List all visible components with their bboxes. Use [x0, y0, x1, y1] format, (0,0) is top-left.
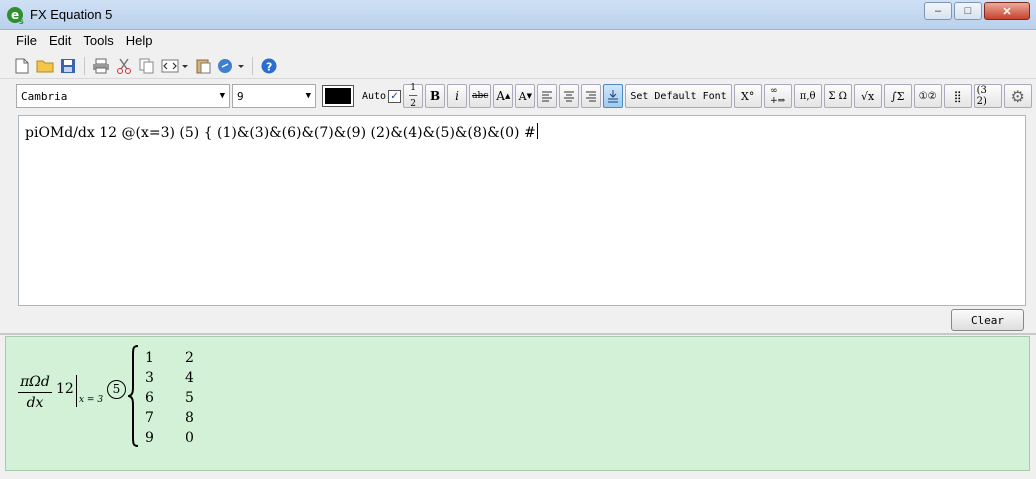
- integral-icon[interactable]: ∫Σ: [883, 84, 912, 108]
- strikethrough-button[interactable]: abc: [469, 84, 492, 108]
- minimize-button[interactable]: –: [924, 2, 952, 20]
- matrix-cell: 7: [145, 410, 154, 426]
- color-picker[interactable]: [322, 85, 354, 107]
- evaluation-bar: [76, 375, 77, 407]
- circled-number-icon[interactable]: ①②: [913, 84, 942, 108]
- align-right-icon[interactable]: [581, 84, 602, 108]
- chevron-down-icon: ▼: [219, 91, 225, 101]
- fraction-numerator: πΩd: [20, 374, 50, 390]
- matrix: 12 34 65 78 90: [145, 348, 225, 448]
- paste-icon[interactable]: [193, 56, 213, 76]
- svg-text:?: ?: [266, 60, 272, 73]
- chevron-down-icon: ▼: [305, 91, 311, 101]
- matrix-cell: 0: [185, 430, 194, 446]
- font-select[interactable]: Cambria ▼: [16, 84, 230, 108]
- matrix-row: 12: [145, 348, 225, 368]
- fraction-bar: [18, 392, 52, 393]
- svg-text:e: e: [11, 8, 19, 22]
- set-default-font-button[interactable]: Set Default Font: [625, 84, 732, 108]
- svg-text:s: s: [19, 17, 24, 25]
- print-icon[interactable]: [91, 56, 111, 76]
- fraction-button[interactable]: 1—2: [403, 84, 424, 109]
- matrix-icon[interactable]: ⣿: [943, 84, 972, 108]
- matrix-cell: 9: [145, 430, 154, 446]
- matrix-cell: 8: [185, 410, 194, 426]
- fx-equation-icon: e s: [7, 7, 24, 25]
- main-toolbar: ?: [0, 53, 1036, 79]
- menu-bar: File Edit Tools Help: [0, 30, 1036, 52]
- toolbar-separator: [84, 56, 85, 75]
- auto-checkbox[interactable]: ✓: [388, 89, 402, 103]
- format-toolbar: Cambria ▼ 9 ▼ Auto ✓ 1—2 B i abc A ▲ A ▼ S…: [0, 80, 1036, 112]
- matrix-cell: 3: [145, 370, 154, 386]
- circled-number: 5: [107, 380, 126, 399]
- matrix-cell: 1: [145, 350, 154, 366]
- matrix-row: 34: [145, 368, 225, 388]
- coefficient: 12: [56, 381, 74, 397]
- menu-tools[interactable]: Tools: [77, 30, 119, 52]
- copy-icon[interactable]: [137, 56, 157, 76]
- evaluation-subscript: x = 3: [79, 395, 104, 405]
- equation-input-text: piOMd/dx 12 @(x=3) (5) { (1)&(3)&(6)&(7)…: [25, 125, 536, 141]
- auto-label: Auto: [362, 90, 387, 102]
- align-left-icon[interactable]: [537, 84, 558, 108]
- save-icon[interactable]: [58, 56, 78, 76]
- matrix-cell: 2: [185, 350, 194, 366]
- title-bar: e s FX Equation 5 – □ ✕: [0, 0, 1036, 30]
- left-brace: [128, 345, 139, 447]
- fraction-denominator: dx: [26, 395, 44, 411]
- window-title: FX Equation 5: [30, 7, 113, 22]
- align-baseline-icon[interactable]: [603, 84, 624, 108]
- binomial-icon[interactable]: (3 2): [973, 84, 1002, 108]
- radical-icon[interactable]: √x: [853, 84, 882, 108]
- close-button[interactable]: ✕: [984, 2, 1030, 20]
- superscript-icon[interactable]: X°: [733, 84, 762, 108]
- color-swatch-fill: [325, 88, 351, 104]
- derivative-fraction: πΩd dx: [18, 373, 52, 412]
- code-icon[interactable]: [160, 56, 190, 76]
- link-icon[interactable]: [216, 56, 246, 76]
- toolbar-separator: [252, 56, 253, 75]
- font-size-select[interactable]: 9 ▼: [232, 84, 316, 108]
- clear-button[interactable]: Clear: [951, 309, 1024, 331]
- font-select-value: Cambria: [21, 89, 68, 103]
- font-size-value: 9: [237, 89, 244, 103]
- new-file-icon[interactable]: [12, 56, 32, 76]
- cut-icon[interactable]: [114, 56, 134, 76]
- matrix-cell: 4: [185, 370, 194, 386]
- menu-help[interactable]: Help: [120, 30, 159, 52]
- increase-font-icon[interactable]: A ▲: [493, 84, 514, 108]
- menu-file[interactable]: File: [10, 30, 43, 52]
- sum-symbols-icon[interactable]: Σ Ω: [823, 84, 852, 108]
- align-center-icon[interactable]: [559, 84, 580, 108]
- italic-button[interactable]: i: [447, 84, 468, 108]
- bold-button[interactable]: B: [425, 84, 446, 108]
- settings-gear-icon[interactable]: ⚙: [1003, 84, 1032, 108]
- equation-editor[interactable]: piOMd/dx 12 @(x=3) (5) { (1)&(3)&(6)&(7)…: [18, 115, 1026, 306]
- matrix-cell: 6: [145, 390, 154, 406]
- matrix-row: 78: [145, 408, 225, 428]
- splitter[interactable]: [0, 333, 1036, 335]
- matrix-cell: 5: [185, 390, 194, 406]
- greek-letters-icon[interactable]: π,θ: [793, 84, 822, 108]
- equation-preview: πΩd dx 12 x = 3 5 12 34 65 78 90: [5, 336, 1030, 471]
- open-folder-icon[interactable]: [35, 56, 55, 76]
- maximize-button[interactable]: □: [954, 2, 982, 20]
- menu-edit[interactable]: Edit: [43, 30, 77, 52]
- operators-icon[interactable]: ∞ +⇒: [763, 84, 792, 108]
- text-caret: [536, 123, 538, 139]
- matrix-row: 90: [145, 428, 225, 448]
- help-icon[interactable]: ?: [259, 56, 279, 76]
- decrease-font-icon[interactable]: A ▼: [515, 84, 536, 108]
- matrix-row: 65: [145, 388, 225, 408]
